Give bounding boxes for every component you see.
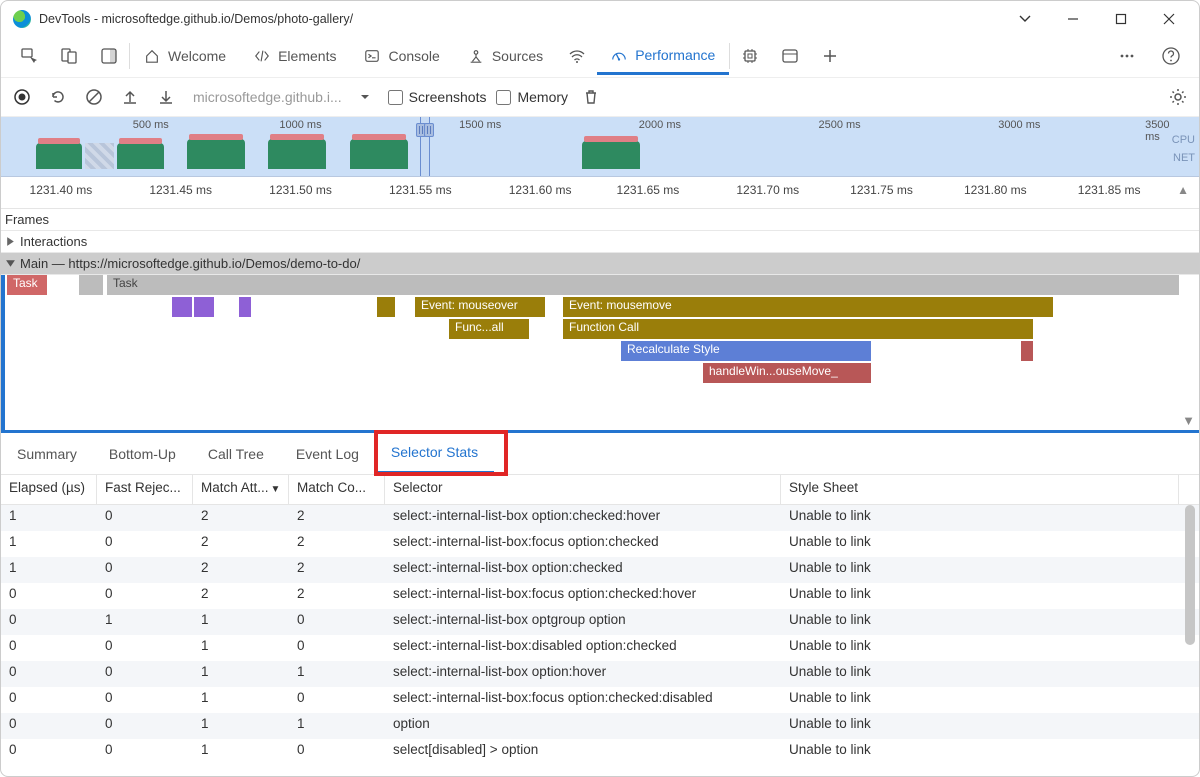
table-row[interactable]: 0011optionUnable to link	[1, 713, 1199, 739]
dropdown-icon[interactable]	[352, 84, 378, 110]
overview-side-labels: CPUNET	[1172, 131, 1195, 167]
table-row[interactable]: 0010select:-internal-list-box:focus opti…	[1, 687, 1199, 713]
tab-performance[interactable]: Performance	[597, 37, 729, 75]
clear-button[interactable]	[81, 84, 107, 110]
scrollbar-thumb[interactable]	[1185, 505, 1195, 645]
application-icon[interactable]	[770, 37, 810, 75]
record-button[interactable]	[9, 84, 35, 110]
device-toggle-icon[interactable]	[49, 37, 89, 75]
col-elapsed[interactable]: Elapsed (µs)	[1, 475, 97, 504]
main-tabbar: Welcome Elements Console Sources Perform…	[1, 37, 1199, 77]
window-title: DevTools - microsoftedge.github.io/Demos…	[39, 12, 1015, 26]
selector-stats-table[interactable]: 1022select:-internal-list-box option:che…	[1, 505, 1199, 765]
detail-tabs: Summary Bottom-Up Call Tree Event Log Se…	[1, 433, 1199, 475]
tab-elements[interactable]: Elements	[240, 37, 350, 75]
perf-toolbar: microsoftedge.github.i... Screenshots Me…	[1, 77, 1199, 117]
add-tab-icon[interactable]	[810, 37, 850, 75]
tab-console-label: Console	[388, 48, 439, 64]
chevron-down-icon[interactable]	[1015, 9, 1035, 29]
flame-task[interactable]: Task	[7, 275, 47, 295]
table-row[interactable]: 0010select[disabled] > optionUnable to l…	[1, 739, 1199, 765]
main-section[interactable]: Main — https://microsoftedge.github.io/D…	[1, 253, 1199, 275]
interactions-section[interactable]: Interactions	[1, 231, 1199, 253]
chevron-down-icon	[5, 258, 16, 269]
close-button[interactable]	[1159, 9, 1179, 29]
col-match-attempts[interactable]: Match Att...▼	[193, 475, 289, 504]
flame-task[interactable]: Task	[107, 275, 1179, 295]
network-conditions-icon[interactable]	[557, 37, 597, 75]
table-row[interactable]: 0022select:-internal-list-box:focus opti…	[1, 583, 1199, 609]
flame-chart[interactable]: Task Task Event: mouseover Event: mousem…	[1, 275, 1199, 433]
download-button[interactable]	[153, 84, 179, 110]
dock-icon[interactable]	[89, 37, 129, 75]
frames-section[interactable]: Frames	[1, 209, 1199, 231]
minimize-button[interactable]	[1063, 9, 1083, 29]
tab-performance-label: Performance	[635, 47, 715, 63]
tab-welcome[interactable]: Welcome	[130, 37, 240, 75]
upload-button[interactable]	[117, 84, 143, 110]
col-match-count[interactable]: Match Co...	[289, 475, 385, 504]
timeline-ruler[interactable]: 1231.40 ms 1231.45 ms 1231.50 ms 1231.55…	[1, 177, 1199, 209]
scroll-down-icon[interactable]: ▼	[1182, 413, 1195, 428]
tab-bottom-up[interactable]: Bottom-Up	[93, 433, 192, 474]
flame-mouseover[interactable]: Event: mouseover	[415, 297, 545, 317]
scrollbar[interactable]	[1183, 505, 1197, 765]
flame-mousemove[interactable]: Event: mousemove	[563, 297, 1053, 317]
flame-handle-mousemove[interactable]: handleWin...ouseMove_	[703, 363, 871, 383]
reload-record-button[interactable]	[45, 84, 71, 110]
tab-event-log[interactable]: Event Log	[280, 433, 375, 474]
memory-checkbox[interactable]: Memory	[496, 89, 568, 105]
tab-sources-label: Sources	[492, 48, 543, 64]
trash-button[interactable]	[578, 84, 604, 110]
selector-stats-header: Elapsed (µs) Fast Rejec... Match Att...▼…	[1, 475, 1199, 505]
settings-gear-icon[interactable]	[1165, 84, 1191, 110]
titlebar: DevTools - microsoftedge.github.io/Demos…	[1, 1, 1199, 37]
tab-sources[interactable]: Sources	[454, 37, 557, 75]
overview-minimap[interactable]: 500 ms 1000 ms 1500 ms 2000 ms 2500 ms 3…	[1, 117, 1199, 177]
tab-elements-label: Elements	[278, 48, 336, 64]
flame-recalc-style[interactable]: Recalculate Style	[621, 341, 871, 361]
table-row[interactable]: 1022select:-internal-list-box option:che…	[1, 557, 1199, 583]
col-selector[interactable]: Selector	[385, 475, 781, 504]
tab-console[interactable]: Console	[350, 37, 453, 75]
more-icon[interactable]	[1107, 47, 1147, 65]
scroll-up-icon[interactable]: ▲	[1177, 183, 1189, 197]
table-row[interactable]: 1022select:-internal-list-box:focus opti…	[1, 531, 1199, 557]
flame-func-short[interactable]: Func...all	[449, 319, 529, 339]
tab-call-tree[interactable]: Call Tree	[192, 433, 280, 474]
col-fast-reject[interactable]: Fast Rejec...	[97, 475, 193, 504]
tab-selector-stats[interactable]: Selector Stats	[375, 433, 494, 474]
table-row[interactable]: 1022select:-internal-list-box option:che…	[1, 505, 1199, 531]
memory-chip-icon[interactable]	[730, 37, 770, 75]
tab-welcome-label: Welcome	[168, 48, 226, 64]
chevron-right-icon	[5, 236, 16, 247]
overview-ticks: 500 ms 1000 ms 1500 ms 2000 ms 2500 ms 3…	[1, 119, 1199, 133]
flame-func-call[interactable]: Function Call	[563, 319, 1033, 339]
tab-summary[interactable]: Summary	[1, 433, 93, 474]
table-row[interactable]: 0011select:-internal-list-box option:hov…	[1, 661, 1199, 687]
overview-selection[interactable]	[420, 117, 430, 176]
window-controls	[1063, 9, 1195, 29]
inspect-icon[interactable]	[9, 37, 49, 75]
recording-url: microsoftedge.github.i...	[193, 89, 342, 105]
table-row[interactable]: 0010select:-internal-list-box:disabled o…	[1, 635, 1199, 661]
sort-desc-icon: ▼	[271, 484, 281, 495]
col-stylesheet[interactable]: Style Sheet	[781, 475, 1179, 504]
help-icon[interactable]	[1151, 46, 1191, 66]
table-row[interactable]: 0110select:-internal-list-box optgroup o…	[1, 609, 1199, 635]
maximize-button[interactable]	[1111, 9, 1131, 29]
selection-handle-right[interactable]	[424, 123, 434, 137]
devtools-window: DevTools - microsoftedge.github.io/Demos…	[0, 0, 1200, 777]
edge-logo-icon	[13, 10, 31, 28]
screenshots-checkbox[interactable]: Screenshots	[388, 89, 487, 105]
